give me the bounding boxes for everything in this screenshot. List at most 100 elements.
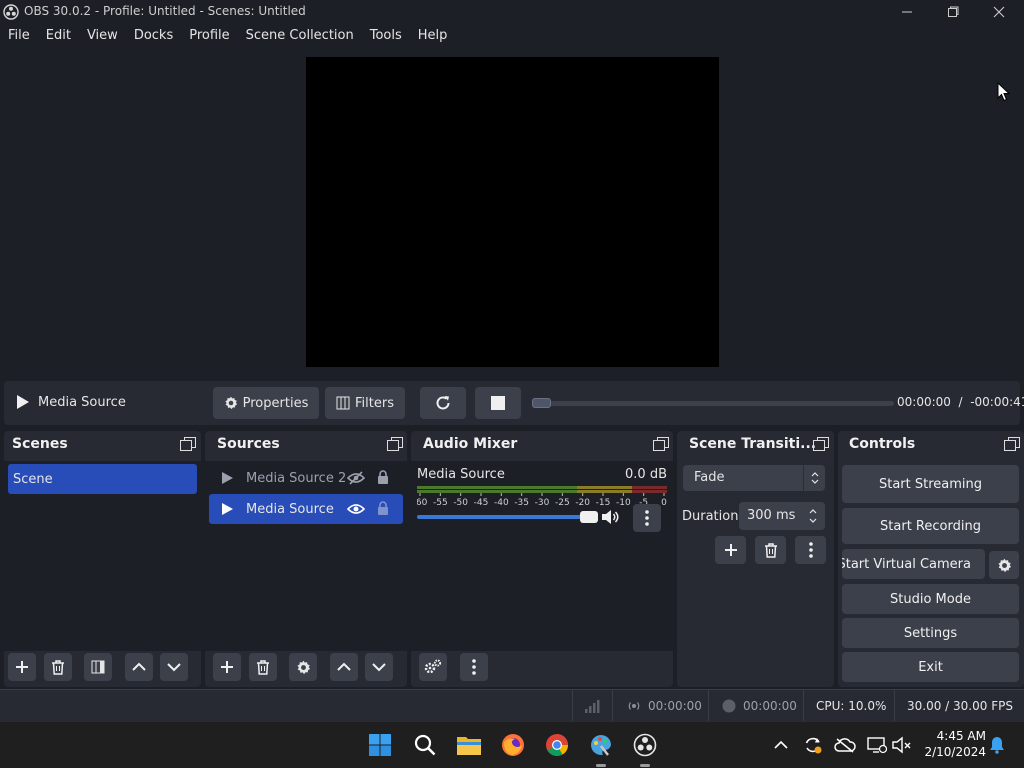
undock-icon[interactable] bbox=[180, 437, 196, 451]
eye-hidden-icon[interactable] bbox=[347, 471, 365, 485]
source-properties-button[interactable] bbox=[289, 653, 317, 681]
audio-channel-menu-button[interactable] bbox=[633, 504, 661, 532]
seek-bar[interactable] bbox=[532, 401, 894, 406]
taskbar: 4:45 AM 2/10/2024 bbox=[0, 721, 1024, 768]
menu-tools[interactable]: Tools bbox=[362, 28, 410, 43]
seek-handle[interactable] bbox=[532, 398, 551, 408]
undock-icon[interactable] bbox=[813, 437, 829, 451]
restart-icon bbox=[434, 394, 452, 412]
meter-tick-label: -60 bbox=[417, 498, 428, 507]
volume-slider[interactable] bbox=[417, 511, 598, 523]
menu-help[interactable]: Help bbox=[410, 28, 456, 43]
audio-mixer-menu-button[interactable] bbox=[460, 653, 488, 681]
meter-tick-label: -15 bbox=[596, 498, 611, 507]
move-scene-down-button[interactable] bbox=[160, 653, 188, 681]
exit-button[interactable]: Exit bbox=[842, 652, 1019, 682]
media-time: 00:00:00 / -00:00:41 bbox=[897, 395, 1024, 409]
sources-dock: Sources Media Source 2 Media Source bbox=[205, 431, 407, 687]
scenes-dock: Scenes Scene bbox=[4, 431, 201, 687]
source-item[interactable]: Media Source 2 bbox=[209, 463, 403, 493]
start-recording-button[interactable]: Start Recording bbox=[842, 508, 1019, 544]
maximize-button[interactable] bbox=[930, 0, 976, 24]
chevron-up-icon[interactable] bbox=[768, 732, 794, 758]
chrome-icon[interactable] bbox=[544, 732, 570, 758]
chevron-up-icon bbox=[132, 662, 146, 672]
menu-docks[interactable]: Docks bbox=[126, 28, 181, 43]
gears-icon bbox=[424, 659, 442, 675]
eye-icon[interactable] bbox=[347, 502, 365, 516]
notification-bell-icon[interactable] bbox=[984, 732, 1010, 758]
chevron-up-icon bbox=[337, 662, 351, 672]
broadcast-icon bbox=[626, 700, 642, 712]
undock-icon[interactable] bbox=[653, 437, 669, 451]
network-icon[interactable] bbox=[864, 732, 890, 758]
obs-taskbar-icon[interactable] bbox=[632, 732, 658, 758]
scene-item[interactable]: Scene bbox=[8, 464, 197, 494]
record-time: 00:00:00 bbox=[743, 699, 797, 713]
status-separator bbox=[894, 690, 895, 722]
search-icon[interactable] bbox=[412, 732, 438, 758]
duration-spinbox[interactable]: 300 ms bbox=[739, 502, 825, 530]
spin-arrows-icon[interactable] bbox=[808, 506, 818, 526]
windows-start-icon[interactable] bbox=[367, 732, 393, 758]
meter-tick-label: -25 bbox=[555, 498, 570, 507]
virtual-camera-settings-button[interactable] bbox=[989, 551, 1019, 579]
firefox-icon[interactable] bbox=[500, 732, 526, 758]
lock-icon[interactable] bbox=[377, 501, 389, 516]
add-source-button[interactable] bbox=[213, 653, 241, 681]
advanced-audio-button[interactable] bbox=[419, 653, 447, 681]
close-window-button[interactable] bbox=[976, 0, 1022, 24]
menu-view[interactable]: View bbox=[79, 28, 126, 43]
properties-button[interactable]: Properties bbox=[213, 387, 319, 419]
preview-canvas[interactable] bbox=[306, 57, 719, 367]
obs-logo-icon bbox=[3, 4, 19, 20]
start-virtual-camera-button[interactable]: Start Virtual Camera bbox=[842, 549, 985, 579]
add-scene-button[interactable] bbox=[8, 653, 36, 681]
controls-dock: Controls Start Streaming Start Recording… bbox=[838, 431, 1024, 687]
menu-file[interactable]: File bbox=[0, 28, 38, 43]
filters-button[interactable]: Filters bbox=[325, 387, 405, 419]
transition-menu-button[interactable] bbox=[795, 536, 826, 564]
remove-transition-button[interactable] bbox=[755, 536, 786, 564]
stop-button[interactable] bbox=[475, 387, 521, 419]
mouse-cursor-icon bbox=[997, 82, 1011, 102]
volume-muted-icon[interactable] bbox=[889, 732, 915, 758]
source-item[interactable]: Media Source bbox=[209, 494, 403, 524]
menu-scene-collection[interactable]: Scene Collection bbox=[238, 28, 362, 43]
onedrive-icon[interactable] bbox=[832, 732, 858, 758]
remove-scene-button[interactable] bbox=[44, 653, 72, 681]
move-scene-up-button[interactable] bbox=[125, 653, 153, 681]
taskbar-clock[interactable]: 4:45 AM 2/10/2024 bbox=[924, 728, 986, 760]
more-vertical-icon bbox=[808, 542, 813, 558]
clock-time: 4:45 AM bbox=[936, 729, 986, 743]
undock-icon[interactable] bbox=[387, 437, 403, 451]
lock-icon[interactable] bbox=[377, 470, 389, 485]
add-transition-button[interactable] bbox=[715, 536, 746, 564]
gear-icon bbox=[296, 660, 311, 675]
filters-icon bbox=[91, 660, 105, 674]
studio-mode-button[interactable]: Studio Mode bbox=[842, 584, 1019, 614]
chevron-updown-icon bbox=[810, 470, 820, 486]
settings-button[interactable]: Settings bbox=[842, 618, 1019, 648]
meter-tick-label: -35 bbox=[514, 498, 529, 507]
menu-edit[interactable]: Edit bbox=[38, 28, 79, 43]
speaker-icon[interactable] bbox=[601, 509, 621, 525]
file-explorer-icon[interactable] bbox=[456, 732, 482, 758]
meter-ticks: -60-55-50-45-40-35-30-25-20-15-10-50 bbox=[417, 493, 667, 507]
sync-icon[interactable] bbox=[800, 732, 826, 758]
play-icon bbox=[221, 502, 234, 516]
move-source-up-button[interactable] bbox=[330, 653, 358, 681]
start-streaming-button[interactable]: Start Streaming bbox=[842, 465, 1019, 503]
menu-profile[interactable]: Profile bbox=[181, 28, 237, 43]
minimize-button[interactable] bbox=[884, 0, 930, 24]
scene-filters-button[interactable] bbox=[84, 653, 112, 681]
transition-select[interactable]: Fade bbox=[683, 465, 825, 491]
restart-button[interactable] bbox=[420, 387, 466, 419]
paint-icon[interactable] bbox=[588, 732, 614, 758]
undock-icon[interactable] bbox=[1004, 437, 1020, 451]
remove-source-button[interactable] bbox=[249, 653, 277, 681]
meter-tick-label: -30 bbox=[535, 498, 550, 507]
play-icon[interactable] bbox=[16, 394, 30, 410]
fps-readout: 30.00 / 30.00 FPS bbox=[907, 699, 1013, 713]
move-source-down-button[interactable] bbox=[365, 653, 393, 681]
